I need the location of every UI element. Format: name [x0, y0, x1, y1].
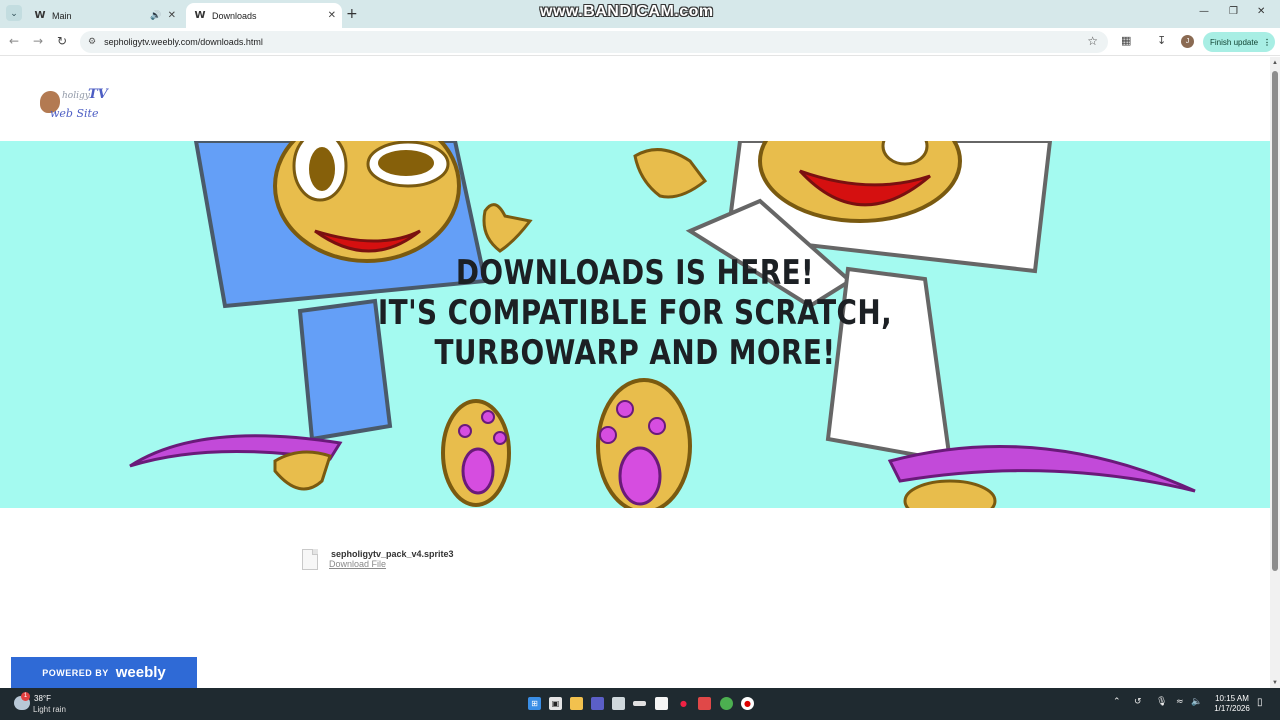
scroll-up-icon[interactable]: ▲: [1272, 60, 1278, 66]
clock-date: 1/17/2026: [1214, 704, 1250, 713]
powered-by-weebly-badge[interactable]: POWERED BY weebly: [11, 657, 197, 688]
audio-playing-icon[interactable]: 🔊: [150, 11, 161, 21]
headline-line-1: DOWNLOADS IS HERE!: [455, 253, 815, 293]
tab-main[interactable]: W Main 🔊 ✕: [26, 3, 182, 28]
site-logo[interactable]: holigy TV web Site: [38, 83, 110, 125]
chrome-icon[interactable]: [720, 697, 733, 710]
weebly-favicon-icon: W: [34, 9, 46, 21]
teams-icon[interactable]: [591, 697, 604, 710]
forward-arrow-icon[interactable]: →: [33, 34, 43, 48]
restore-icon[interactable]: ❐: [1229, 6, 1238, 17]
microphone-icon[interactable]: 🎙: [1156, 697, 1167, 707]
page-scrollbar[interactable]: ▲ ▼: [1270, 57, 1280, 688]
logo-sub-text: web Site: [50, 107, 99, 120]
browser-toolbar: ← → ↻ ⚙ sepholigytv.weebly.com/downloads…: [0, 28, 1280, 56]
sync-icon[interactable]: ↺: [1134, 697, 1142, 707]
headline-line-2: IT'S COMPATIBLE FOR SCRATCH,: [377, 293, 893, 333]
logo-tv-text: TV: [88, 87, 108, 102]
system-clock[interactable]: 10:15 AM 1/17/2026: [1210, 694, 1254, 714]
logo-small-text: holigy: [62, 91, 90, 101]
notifications-icon[interactable]: ▯: [1257, 697, 1263, 708]
download-file-link[interactable]: Download File: [329, 559, 386, 569]
document-app-icon[interactable]: [655, 697, 668, 710]
address-bar[interactable]: ⚙ sepholigytv.weebly.com/downloads.html …: [80, 31, 1108, 53]
reload-icon[interactable]: ↻: [57, 34, 67, 48]
close-tab-icon[interactable]: ✕: [168, 10, 176, 21]
tab-title: Downloads: [212, 10, 257, 21]
scrollbar-thumb[interactable]: [1272, 71, 1278, 571]
file-name: sepholigytv_pack_v4.sprite3: [331, 549, 454, 559]
hero-banner: DOWNLOADS IS HERE! IT'S COMPATIBLE FOR S…: [0, 141, 1270, 508]
feet-illustration: [441, 378, 692, 508]
tab-strip: ⌄ W Main 🔊 ✕ W Downloads ✕ + www.BANDICA…: [0, 0, 1280, 28]
menu-dots-icon: ⋮: [1263, 37, 1272, 47]
show-hidden-icons-icon[interactable]: ⌃: [1113, 697, 1121, 707]
task-view-icon[interactable]: ▣: [549, 697, 562, 710]
profile-avatar[interactable]: J: [1181, 35, 1194, 48]
back-arrow-icon[interactable]: ←: [9, 34, 19, 48]
media-app-icon[interactable]: ●: [677, 697, 690, 710]
scroll-down-icon[interactable]: ▼: [1272, 680, 1278, 686]
bookmark-star-icon[interactable]: ☆: [1087, 34, 1098, 48]
downloads-icon[interactable]: ↧: [1157, 34, 1166, 47]
clock-time: 10:15 AM: [1215, 694, 1249, 703]
weebly-favicon-icon: W: [194, 9, 206, 21]
close-window-icon[interactable]: ✕: [1257, 6, 1265, 17]
app-icon[interactable]: [612, 697, 625, 710]
web-page: holigy TV web Site DOWNLOADS IS HERE! IT…: [0, 57, 1270, 688]
finish-update-button[interactable]: Finish update ⋮: [1203, 32, 1275, 52]
weather-badge: 1: [21, 692, 30, 701]
windows-taskbar: 1 38°F Light rain ⊞ ▣ ● ● ⌃ ↺ 🎙 ≈ 🔈 10:1…: [0, 688, 1280, 720]
wifi-icon[interactable]: ≈: [1176, 697, 1184, 707]
new-tab-button[interactable]: +: [346, 6, 358, 22]
file-explorer-icon[interactable]: [570, 697, 583, 710]
minimize-icon[interactable]: —: [1199, 6, 1209, 17]
tab-downloads[interactable]: W Downloads ✕: [186, 3, 342, 28]
site-info-icon[interactable]: ⚙: [88, 37, 96, 47]
windows-start-icon[interactable]: ⊞: [528, 697, 541, 710]
close-tab-icon[interactable]: ✕: [328, 10, 336, 21]
weather-temperature[interactable]: 38°F: [34, 694, 51, 703]
security-app-icon[interactable]: [698, 697, 711, 710]
extensions-icon[interactable]: ▦: [1121, 34, 1131, 47]
document-icon: [302, 549, 318, 570]
volume-icon[interactable]: 🔈: [1191, 697, 1202, 707]
tab-search-button[interactable]: ⌄: [6, 5, 22, 21]
finish-update-label: Finish update: [1210, 37, 1259, 47]
file-download-item: sepholigytv_pack_v4.sprite3 Download Fil…: [300, 547, 500, 573]
banner-headline: DOWNLOADS IS HERE! IT'S COMPATIBLE FOR S…: [0, 253, 1270, 373]
bandicam-record-icon[interactable]: ●: [741, 697, 754, 710]
headline-line-3: TURBOWARP AND MORE!: [434, 333, 836, 373]
recording-watermark: www.BANDICAM.com: [540, 3, 714, 20]
powered-by-text: POWERED BY: [42, 667, 109, 678]
keyboard-app-icon[interactable]: [633, 701, 646, 706]
weebly-logo-text: weebly: [115, 664, 166, 681]
weather-condition[interactable]: Light rain: [33, 705, 66, 714]
tab-title: Main: [52, 10, 72, 21]
url-text: sepholigytv.weebly.com/downloads.html: [104, 37, 263, 47]
